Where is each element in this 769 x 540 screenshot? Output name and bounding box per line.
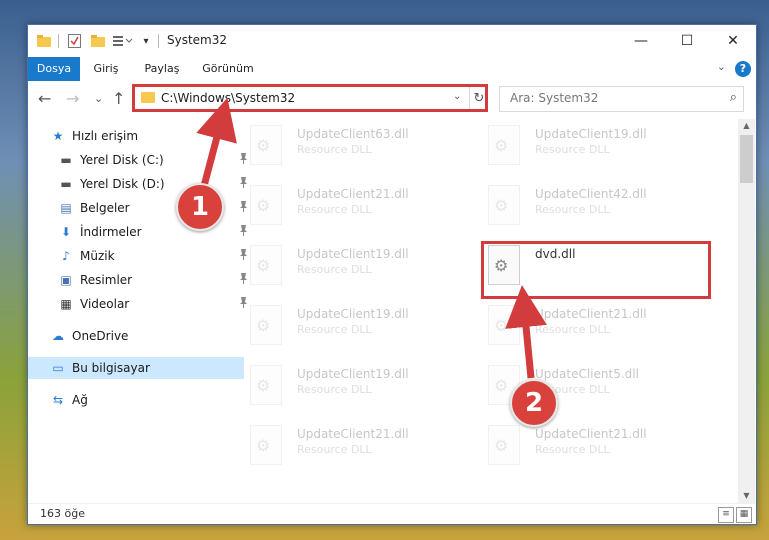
arrow-1 xyxy=(196,97,237,187)
step-badge-1: 1 xyxy=(176,183,224,231)
annotation-arrows xyxy=(196,97,547,379)
arrow-2 xyxy=(505,285,547,379)
step-badge-2: 2 xyxy=(510,379,558,427)
